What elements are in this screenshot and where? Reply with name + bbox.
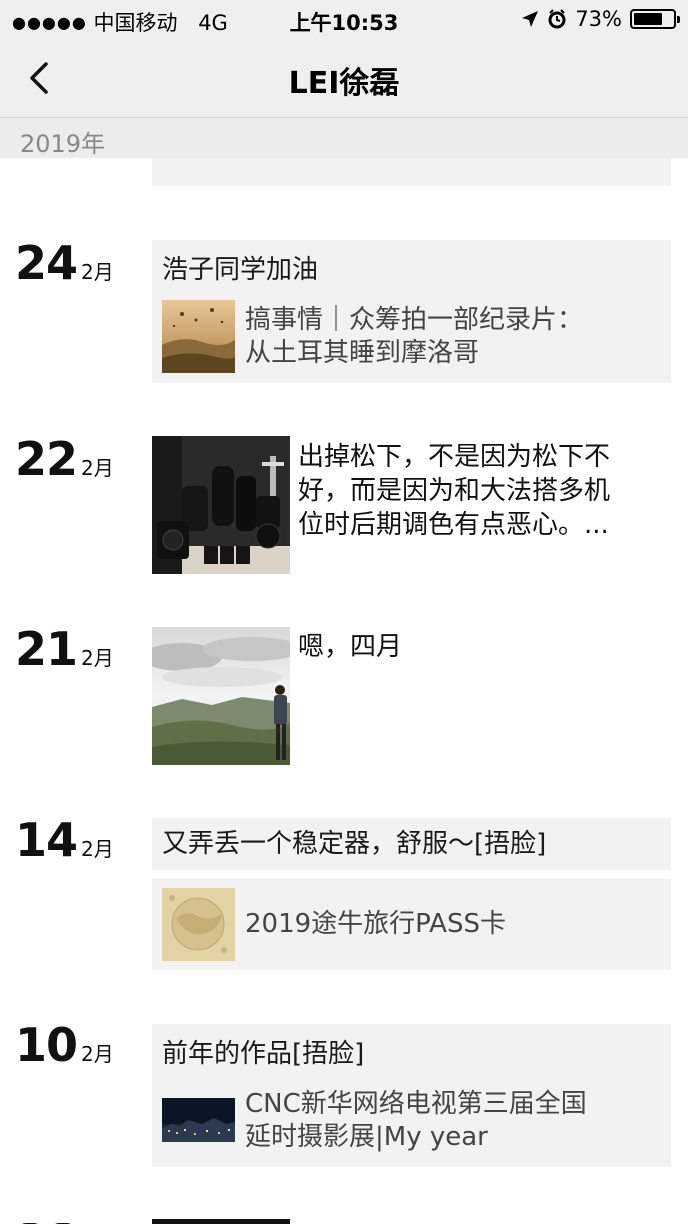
post-date: 21 2月 — [15, 622, 114, 676]
date-month: 2月 — [81, 646, 114, 670]
page-title: LEI徐磊 — [288, 66, 400, 101]
shared-article[interactable]: 2019途牛旅行PASS卡 — [162, 888, 506, 961]
status-right: 73% — [521, 7, 680, 31]
battery-icon — [630, 9, 680, 29]
post-text: 嗯，四月 — [298, 632, 403, 662]
post-text-line-3: 位时后期调色有点恶心。... — [298, 510, 609, 540]
shared-article[interactable]: CNC新华网络电视第三届全国 延时摄影展|My year — [162, 1084, 587, 1157]
location-arrow-icon — [522, 11, 539, 27]
year-label: 2019年 — [20, 130, 106, 158]
post-text-line-1: 出掉松下，不是因为松下不 — [298, 442, 611, 472]
article-title-line-2: 延时摄影展|My year — [245, 1121, 488, 1152]
shared-link-card[interactable]: 前年的作品[捂脸] CNC新华网络电视第三届全国 延时摄影展|My year — [152, 1024, 671, 1167]
post-text: 前年的作品[捂脸] — [162, 1039, 365, 1069]
article-title: CNC新华网络电视第三届全国 延时摄影展|My year — [245, 1088, 587, 1154]
date-month: 2月 — [81, 456, 114, 480]
battery-fill — [634, 13, 662, 25]
date-day: 14 — [15, 813, 78, 867]
post-date: 10 2月 — [15, 1018, 114, 1072]
previous-card-edge[interactable] — [152, 158, 671, 186]
battery-percent: 73% — [575, 7, 622, 31]
post-text: 浩子同学加油 — [162, 255, 319, 285]
shared-article[interactable]: 搞事情｜众筹拍一部纪录片： 从土耳其睡到摩洛哥 — [162, 300, 583, 373]
date-month: 2月 — [81, 260, 114, 284]
post-date: 24 2月 — [15, 236, 114, 290]
post-date: 22 2月 — [15, 432, 114, 486]
post-date: 14 2月 — [15, 813, 114, 867]
post-text: 出掉松下，不是因为松下不 好，而是因为和大法搭多机 位时后期调色有点恶心。... — [298, 440, 668, 542]
post-text: 又弄丢一个稳定器，舒服～[捂脸] — [162, 829, 547, 859]
night-city-thumbnail — [162, 1084, 235, 1157]
date-month: 2月 — [81, 1042, 114, 1066]
next-photo-edge[interactable] — [152, 1219, 290, 1224]
date-day: 10 — [15, 1018, 78, 1072]
article-title: 2019途牛旅行PASS卡 — [245, 909, 506, 939]
nav-bar: LEI徐磊 — [0, 38, 688, 118]
next-date-edge — [18, 1216, 80, 1224]
article-title-line-1: 搞事情｜众筹拍一部纪录片： — [245, 304, 584, 335]
alarm-icon — [548, 9, 566, 29]
post-text-line-2: 好，而是因为和大法搭多机 — [298, 476, 611, 506]
article-title: 搞事情｜众筹拍一部纪录片： 从土耳其睡到摩洛哥 — [245, 304, 583, 370]
pass-card-thumbnail — [162, 888, 235, 961]
status-bar: ●●●●● 中国移动 4G 上午10:53 73% — [0, 0, 688, 38]
mountain-portrait-photo[interactable] — [152, 627, 290, 765]
camera-gear-photo[interactable] — [152, 436, 290, 574]
balloon-landscape-thumbnail — [162, 300, 235, 373]
date-month: 2月 — [81, 837, 114, 861]
shared-link-card[interactable]: 2019途牛旅行PASS卡 — [152, 879, 671, 970]
year-header: 2019年 — [0, 118, 688, 158]
date-day: 21 — [15, 622, 78, 676]
date-day: 22 — [15, 432, 78, 486]
article-title-line-2: 从土耳其睡到摩洛哥 — [245, 337, 480, 368]
text-card[interactable]: 又弄丢一个稳定器，舒服～[捂脸] — [152, 818, 671, 870]
article-title-line-1: CNC新华网络电视第三届全国 — [245, 1088, 587, 1119]
shared-link-card[interactable]: 浩子同学加油 搞事情｜众筹拍一部纪录片： 从土耳其睡到摩洛哥 — [152, 240, 671, 383]
date-day: 24 — [15, 236, 78, 290]
